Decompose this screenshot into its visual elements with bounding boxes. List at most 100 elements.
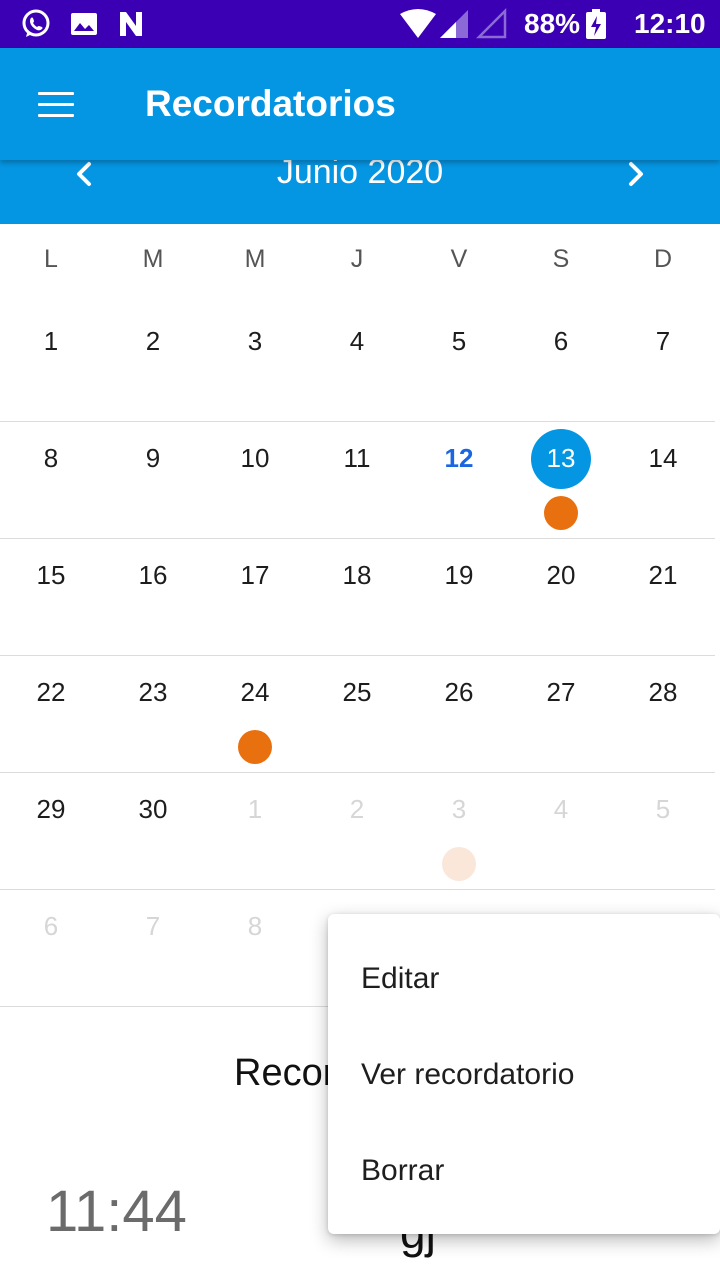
calendar-day[interactable]: 26 [408, 655, 510, 772]
day-number: 27 [546, 677, 576, 707]
calendar-day[interactable]: 1 [0, 304, 102, 421]
day-number: 6 [43, 911, 59, 941]
calendar-day[interactable]: 30 [102, 772, 204, 889]
app-title: Recordatorios [145, 83, 396, 124]
week-row: 22 23 24 25 26 27 28 [0, 655, 715, 773]
day-number: 24 [240, 677, 270, 707]
day-number: 15 [36, 560, 66, 590]
calendar-day[interactable]: 7 [102, 889, 204, 1006]
calendar-day[interactable]: 5 [612, 772, 714, 889]
weekday-label: V [450, 245, 468, 273]
day-number: 3 [451, 794, 467, 824]
calendar-day[interactable]: 9 [102, 421, 204, 538]
weekday-header: LMMJVSD [0, 245, 720, 285]
calendar-day[interactable]: 14 [612, 421, 714, 538]
event-dot-indicator [238, 730, 272, 764]
reminder-time[interactable]: 11:44 [46, 1178, 187, 1245]
calendar-day[interactable]: 21 [612, 538, 714, 655]
calendar-day[interactable]: 13 [510, 421, 612, 538]
day-number: 19 [444, 560, 474, 590]
calendar-day[interactable]: 6 [0, 889, 102, 1006]
weekday-label: M [142, 245, 164, 273]
event-dot-indicator [544, 496, 578, 530]
calendar-day[interactable]: 8 [204, 889, 306, 1006]
signal-icon [440, 10, 468, 38]
menu-item-ver-recordatorio[interactable]: Ver recordatorio [328, 1027, 720, 1123]
calendar-day[interactable]: 17 [204, 538, 306, 655]
weekday-label: M [244, 245, 266, 273]
status-bar: 88% 12:10 [0, 0, 720, 48]
week-row: 29 30 1 2 3 4 5 [0, 772, 715, 890]
calendar-day[interactable]: 15 [0, 538, 102, 655]
day-number: 4 [553, 794, 569, 824]
day-number: 23 [138, 677, 168, 707]
calendar-day[interactable]: 3 [204, 304, 306, 421]
calendar-day[interactable]: 22 [0, 655, 102, 772]
calendar-day[interactable]: 11 [306, 421, 408, 538]
calendar-day[interactable]: 1 [204, 772, 306, 889]
calendar-day[interactable]: 27 [510, 655, 612, 772]
day-number: 28 [648, 677, 678, 707]
event-dot-indicator [442, 847, 476, 881]
chevron-right-icon[interactable] [616, 154, 656, 194]
day-number: 4 [349, 326, 365, 356]
hamburger-menu-icon[interactable] [38, 92, 74, 118]
day-number: 30 [138, 794, 168, 824]
day-number: 20 [546, 560, 576, 590]
day-number: 11 [343, 443, 371, 473]
calendar-day[interactable]: 4 [306, 304, 408, 421]
day-number: 2 [145, 326, 161, 356]
calendar-day[interactable]: 12 [408, 421, 510, 538]
day-number: 17 [240, 560, 270, 590]
calendar-day[interactable]: 2 [306, 772, 408, 889]
day-number: 12 [444, 443, 474, 473]
day-number: 5 [655, 794, 671, 824]
calendar-day[interactable]: 20 [510, 538, 612, 655]
day-number: 25 [342, 677, 372, 707]
image-icon [71, 13, 97, 35]
context-menu: Editar Ver recordatorio Borrar [328, 914, 720, 1234]
calendar-day[interactable]: 16 [102, 538, 204, 655]
day-number: 22 [36, 677, 66, 707]
calendar-day[interactable]: 29 [0, 772, 102, 889]
calendar-day[interactable]: 5 [408, 304, 510, 421]
clock-text: 12:10 [634, 8, 706, 39]
weekday-label: S [552, 245, 570, 273]
day-number: 6 [553, 326, 569, 356]
day-number: 14 [648, 443, 678, 473]
calendar-day[interactable]: 19 [408, 538, 510, 655]
wifi-icon [400, 9, 436, 38]
month-navigation: Junio 2020 [0, 155, 720, 224]
app-bar: Recordatorios [0, 48, 720, 160]
day-number: 7 [655, 326, 671, 356]
calendar-day[interactable]: 6 [510, 304, 612, 421]
week-row: 1 2 3 4 5 6 7 [0, 304, 715, 422]
day-number: 5 [451, 326, 467, 356]
whatsapp-icon [22, 9, 50, 37]
calendar-day[interactable]: 28 [612, 655, 714, 772]
calendar-day[interactable]: 2 [102, 304, 204, 421]
day-number: 13 [546, 443, 576, 473]
menu-item-editar[interactable]: Editar [328, 931, 720, 1027]
day-number: 1 [43, 326, 59, 356]
calendar-day[interactable]: 18 [306, 538, 408, 655]
calendar-day[interactable]: 4 [510, 772, 612, 889]
day-number: 9 [145, 443, 161, 473]
calendar-day[interactable]: 8 [0, 421, 102, 538]
day-number: 8 [247, 911, 263, 941]
calendar-day[interactable]: 7 [612, 304, 714, 421]
calendar-day[interactable]: 3 [408, 772, 510, 889]
day-number: 29 [36, 794, 66, 824]
signal-empty-icon [476, 8, 507, 39]
battery-charging-icon [586, 9, 606, 39]
menu-item-borrar[interactable]: Borrar [328, 1123, 720, 1219]
clock: 12:10 [634, 0, 706, 48]
calendar-day[interactable]: 25 [306, 655, 408, 772]
day-number: 3 [247, 326, 263, 356]
battery-percentage: 88% [524, 0, 580, 48]
calendar-day[interactable]: 10 [204, 421, 306, 538]
calendar-day[interactable]: 24 [204, 655, 306, 772]
weekday-label: L [44, 245, 58, 273]
calendar-day[interactable]: 23 [102, 655, 204, 772]
day-number: 26 [444, 677, 474, 707]
